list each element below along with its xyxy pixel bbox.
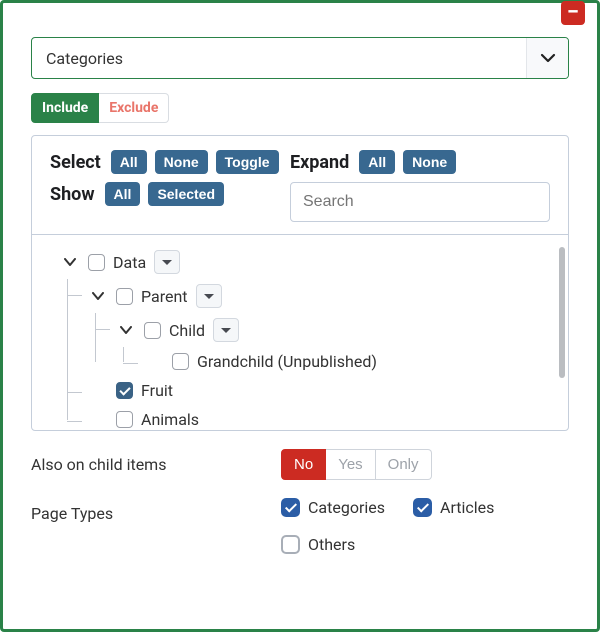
include-exclude-toggle: Include Exclude xyxy=(31,93,169,123)
select-all-button[interactable]: All xyxy=(111,150,147,174)
caret-toggle[interactable] xyxy=(88,287,108,305)
tree-node-grandchild: Grandchild (Unpublished) xyxy=(144,347,554,376)
tree-node-label: Animals xyxy=(141,410,199,429)
tree: Data Parent xyxy=(32,235,568,430)
page-types-group: Categories Articles Others xyxy=(281,498,569,554)
show-selected-button[interactable]: Selected xyxy=(148,182,224,206)
tree-checkbox[interactable] xyxy=(116,382,133,399)
caret-toggle[interactable] xyxy=(60,253,80,271)
also-on-child-no[interactable]: No xyxy=(281,449,326,480)
filter-panel: − Categories Include Exclude Select All … xyxy=(0,0,600,632)
tree-selector-box: Select All None Toggle Show All Selected… xyxy=(31,135,569,431)
tree-node-animals: Animals xyxy=(88,405,554,430)
tree-node-label: Grandchild (Unpublished) xyxy=(197,352,377,371)
tree-node-parent: Parent Child xyxy=(88,279,554,376)
also-on-child-segmented: No Yes Only xyxy=(281,449,432,480)
tree-node-label: Data xyxy=(113,253,146,272)
tree-node-fruit: Fruit xyxy=(88,376,554,405)
tree-checkbox[interactable] xyxy=(172,353,189,370)
tree-checkbox[interactable] xyxy=(144,322,161,339)
also-on-child-row: Also on child items No Yes Only xyxy=(31,449,569,480)
select-toggle-button[interactable]: Toggle xyxy=(216,150,279,174)
tree-node-label: Child xyxy=(169,321,205,340)
tree-node-label: Parent xyxy=(141,287,188,306)
category-dropdown-label: Categories xyxy=(32,38,526,78)
tree-checkbox[interactable] xyxy=(88,254,105,271)
tree-node-menu[interactable] xyxy=(154,250,180,274)
tree-node-label: Fruit xyxy=(141,381,173,400)
page-type-checkbox[interactable] xyxy=(281,535,300,554)
tree-node-data: Data Parent xyxy=(60,245,554,430)
page-type-checkbox[interactable] xyxy=(413,498,432,517)
search-input[interactable] xyxy=(290,182,550,222)
select-label: Select xyxy=(50,152,101,173)
page-type-checkbox[interactable] xyxy=(281,498,300,517)
category-dropdown[interactable]: Categories xyxy=(31,37,569,79)
page-type-others[interactable]: Others xyxy=(281,535,569,554)
tree-scroll-area[interactable]: Data Parent xyxy=(32,234,568,430)
also-on-child-yes[interactable]: Yes xyxy=(326,449,375,480)
expand-all-button[interactable]: All xyxy=(359,150,395,174)
page-types-label: Page Types xyxy=(31,498,261,523)
page-type-articles[interactable]: Articles xyxy=(413,498,494,517)
select-none-button[interactable]: None xyxy=(155,150,208,174)
page-types-row: Page Types Categories Articles Others xyxy=(31,498,569,554)
chevron-down-icon xyxy=(526,38,568,78)
close-button[interactable]: − xyxy=(561,1,585,25)
tree-node-child: Child Grandchild (Unpub xyxy=(116,313,554,376)
scrollbar-thumb[interactable] xyxy=(559,247,565,378)
show-label: Show xyxy=(50,184,95,205)
page-type-categories[interactable]: Categories xyxy=(281,498,385,517)
tree-node-menu[interactable] xyxy=(196,284,222,308)
also-on-child-only[interactable]: Only xyxy=(376,449,432,480)
include-button[interactable]: Include xyxy=(31,93,99,123)
caret-toggle[interactable] xyxy=(116,321,136,339)
page-type-label: Categories xyxy=(308,498,385,517)
page-type-label: Articles xyxy=(440,498,494,517)
also-on-child-label: Also on child items xyxy=(31,449,261,474)
show-all-button[interactable]: All xyxy=(105,182,141,206)
page-type-label: Others xyxy=(308,535,355,554)
expand-none-button[interactable]: None xyxy=(403,150,456,174)
expand-label: Expand xyxy=(290,152,349,173)
tree-checkbox[interactable] xyxy=(116,288,133,305)
tree-node-menu[interactable] xyxy=(213,318,239,342)
exclude-button[interactable]: Exclude xyxy=(99,93,169,123)
minus-icon: − xyxy=(567,2,579,24)
tree-checkbox[interactable] xyxy=(116,411,133,428)
